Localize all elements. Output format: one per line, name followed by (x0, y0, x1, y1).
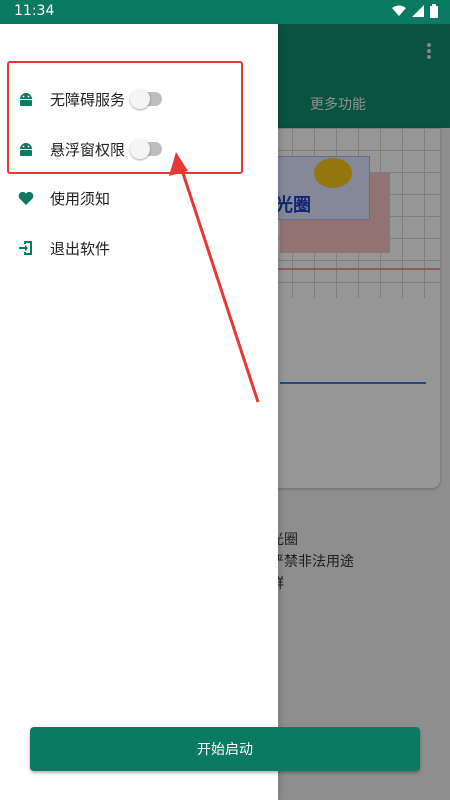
menu-item-label: 退出软件 (50, 239, 111, 258)
menu-item-exit[interactable]: 退出软件 (16, 232, 110, 264)
status-time: 11:34 (14, 3, 55, 19)
wifi-icon (392, 5, 406, 16)
start-button[interactable]: 开始启动 (30, 727, 420, 771)
menu-item-label: 使用须知 (50, 189, 111, 208)
signal-icon (412, 5, 424, 17)
exit-icon (16, 238, 36, 258)
highlight-box (7, 61, 243, 174)
battery-icon (430, 4, 438, 18)
heart-icon (16, 188, 36, 208)
menu-item-usage-notice[interactable]: 使用须知 (16, 182, 110, 214)
status-bar: 11:34 (0, 0, 450, 24)
status-icons (392, 4, 438, 18)
